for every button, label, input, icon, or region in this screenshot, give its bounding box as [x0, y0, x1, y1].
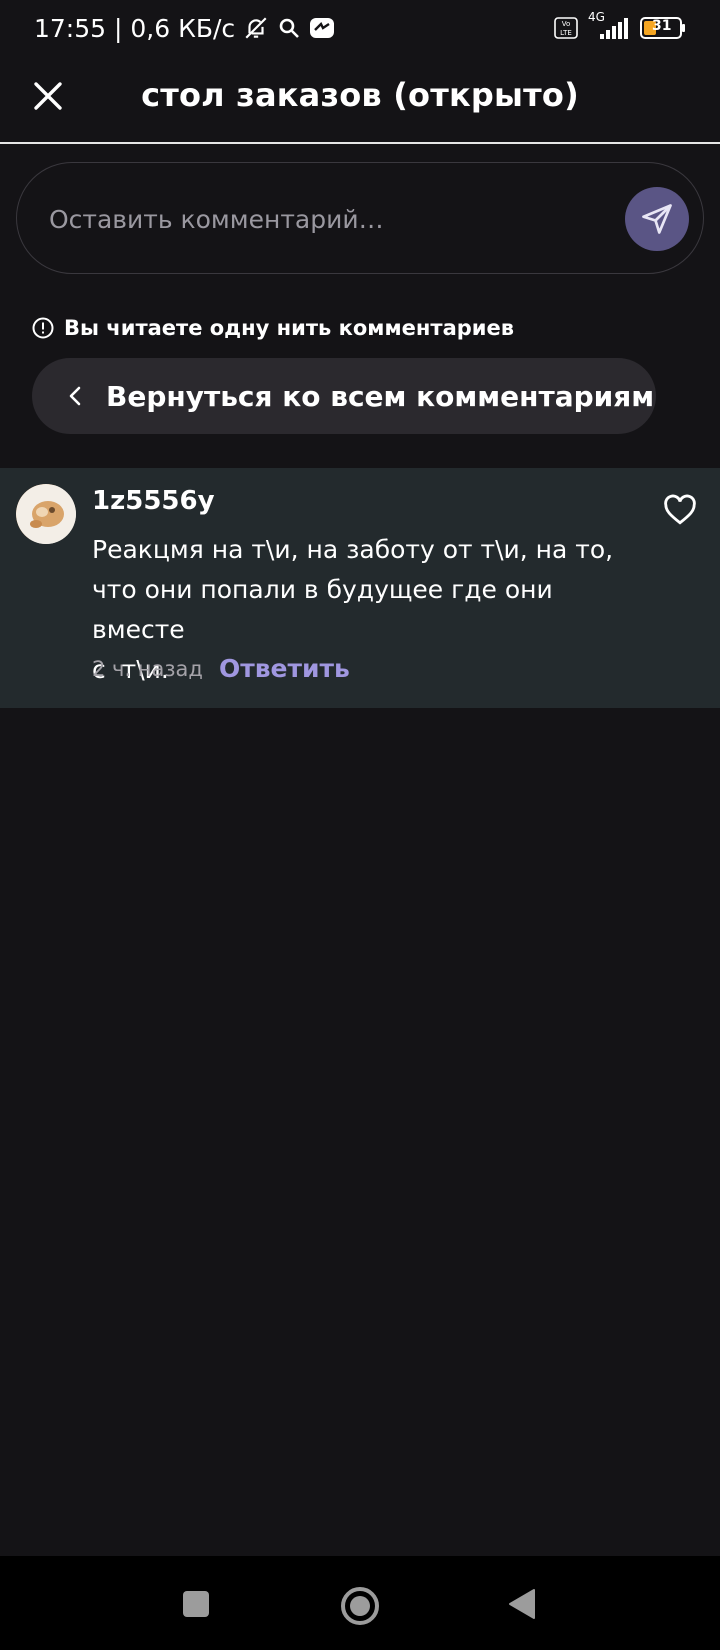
status-time-speed: 17:55 | 0,6 КБ/с [34, 13, 236, 43]
status-right: Vo LTE 4G 31 [554, 10, 686, 40]
header: стол заказов (открыто) [0, 56, 720, 144]
recents-square-icon [183, 1591, 209, 1617]
network-type: 4G [588, 10, 605, 24]
recents-button[interactable] [176, 1584, 216, 1624]
comment-timestamp: 2 ч. назад [92, 656, 203, 681]
info-icon [32, 317, 54, 339]
thread-notice: Вы читаете одну нить комментариев [32, 316, 514, 340]
avatar[interactable] [16, 484, 76, 544]
home-button[interactable] [336, 1582, 384, 1630]
bell-muted-icon [243, 15, 269, 41]
back-to-all-comments-button[interactable]: Вернуться ко всем комментариям [32, 358, 656, 434]
status-left: 17:55 | 0,6 КБ/с [34, 14, 335, 43]
page-title: стол заказов (открыто) [141, 76, 579, 114]
comment-input[interactable] [47, 197, 587, 241]
like-button[interactable] [660, 490, 700, 530]
comment-composer [16, 162, 704, 274]
thread-notice-text: Вы читаете одну нить комментариев [64, 316, 515, 340]
chevron-left-icon [68, 385, 82, 407]
send-icon [642, 204, 672, 234]
back-button[interactable] [502, 1584, 542, 1624]
back-triangle-icon [509, 1589, 535, 1619]
comment-meta: 2 ч. назад Ответить [92, 654, 350, 683]
battery-icon: 31 [640, 17, 686, 39]
home-circle-icon [341, 1587, 379, 1625]
svg-text:Vo: Vo [562, 20, 571, 28]
svg-text:LTE: LTE [560, 29, 572, 37]
navigation-bar [0, 1556, 720, 1650]
status-bar: 17:55 | 0,6 КБ/с Vo LTE 4G 31 [0, 0, 720, 56]
app-icon [309, 16, 335, 40]
heart-icon [664, 494, 696, 525]
search-icon [277, 16, 301, 40]
reply-button[interactable]: Ответить [219, 654, 350, 683]
back-to-all-comments-label: Вернуться ко всем комментариям [106, 379, 655, 413]
signal-icon: 4G [588, 10, 630, 40]
battery-level: 31 [652, 18, 672, 34]
volte-icon: Vo LTE [554, 17, 578, 39]
send-button[interactable] [625, 187, 689, 251]
comment-username[interactable]: 1z5556y [92, 486, 215, 516]
comment-card: 1z5556y Реакцмя на т\и, на заботу от т\и… [0, 468, 720, 708]
